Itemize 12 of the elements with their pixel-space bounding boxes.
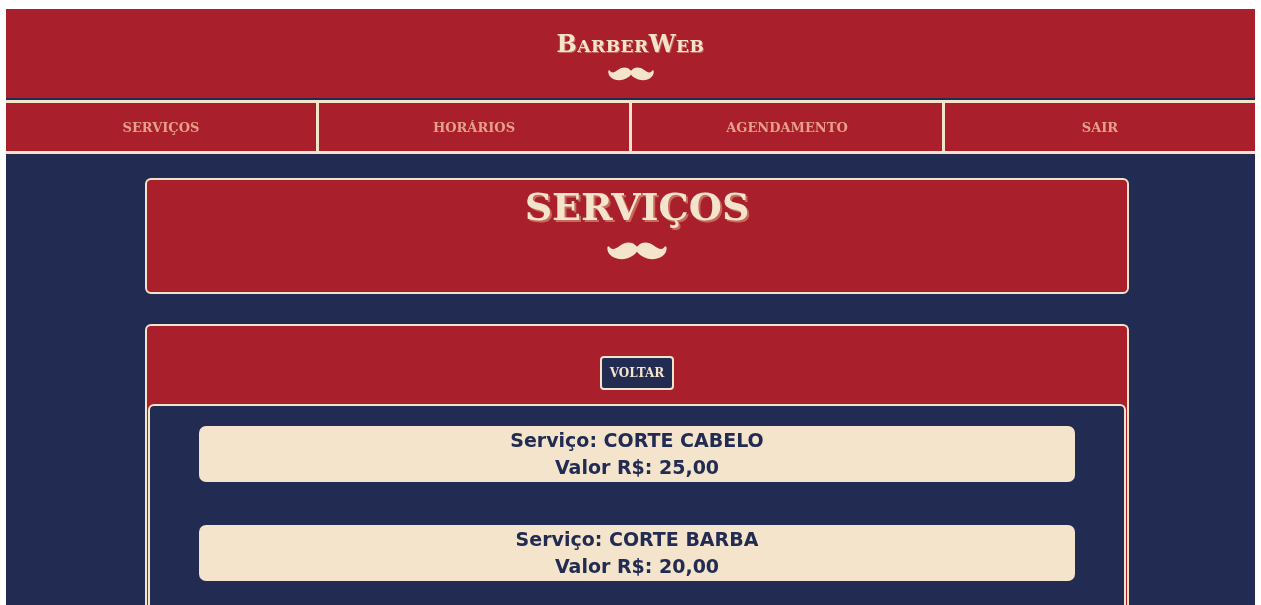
page-title: SERVIÇOS	[524, 186, 750, 228]
site-title: BarberWeb	[556, 31, 705, 56]
service-price: Valor R$: 25,00	[554, 455, 720, 480]
service-name: Serviço: CORTE BARBA	[515, 527, 759, 553]
nav-link[interactable]: AGENDAMENTO	[632, 103, 942, 151]
service-name: Serviço: CORTE CABELO	[510, 428, 764, 454]
service-price: Valor R$: 20,00	[554, 554, 720, 579]
mustache-icon	[607, 65, 654, 82]
nav-link[interactable]: SERVIÇOS	[6, 103, 316, 151]
nav-link[interactable]: SAIR	[945, 103, 1255, 151]
back-button[interactable]: VOLTAR	[599, 356, 675, 390]
nav-link[interactable]: HORÁRIOS	[319, 103, 629, 151]
